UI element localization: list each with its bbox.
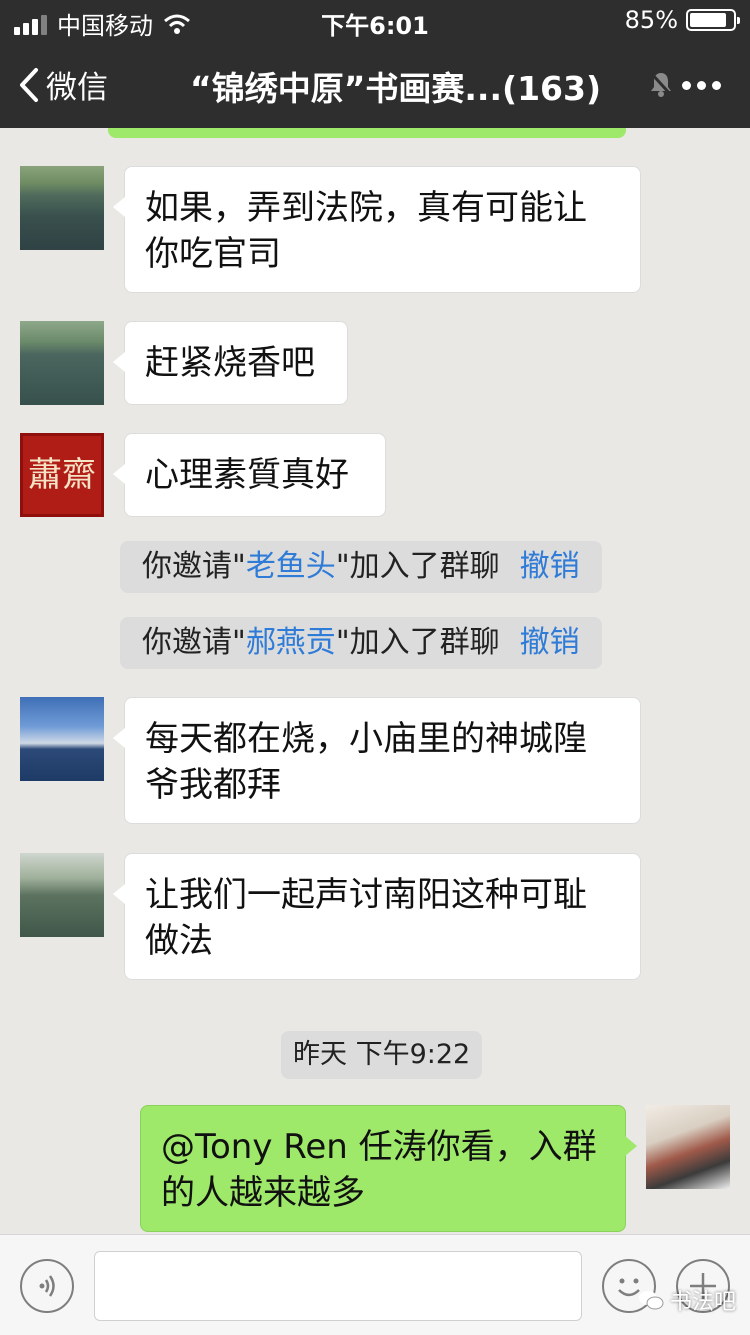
seal-avatar[interactable]: 蕭齋 [20,433,104,517]
system-notice: 你邀请"郝燕贡"加入了群聊 撤销 [120,617,602,669]
notice-prefix: 你邀请" [142,625,246,660]
wechat-logo-icon [639,1291,664,1310]
chat-area[interactable]: 如果，弄到法院，真有可能让你吃官司 赶紧烧香吧 蕭齋 心理素質真好 你邀请"老鱼… [0,128,750,1234]
status-right: 85% [624,6,740,34]
mute-bell-icon [649,71,673,97]
message-text: 每天都在烧，小庙里的神城隍爷我都拜 [145,719,587,805]
watermark-text: 书法吧 [670,1290,737,1315]
message-bubble[interactable]: 每天都在烧，小庙里的神城隍爷我都拜 [113,697,641,824]
notice-suffix: "加入了群聊 [335,625,500,660]
message-text: 如果，弄到法院，真有可能让你吃官司 [145,188,587,274]
back-label: 微信 [46,70,108,106]
battery-icon [686,9,740,31]
more-icon[interactable] [682,81,721,90]
undo-link[interactable]: 撤销 [520,549,580,584]
nav-bar: 微信 “锦绣中原”书画赛...(163) [0,40,750,128]
system-notice: 你邀请"老鱼头"加入了群聊 撤销 [120,541,602,593]
invitee-name-link[interactable]: 老鱼头 [246,549,336,584]
undo-link[interactable]: 撤销 [520,625,580,660]
river-avatar[interactable] [20,166,104,250]
battery-fill [690,13,726,27]
reed-avatar[interactable] [20,853,104,937]
message-text: 心理素質真好 [145,455,349,495]
chevron-left-icon [20,67,38,102]
invitee-name-link[interactable]: 郝燕贡 [246,625,336,660]
chat-title: “锦绣中原”书画赛...(163) [190,69,602,108]
voice-icon [39,1275,55,1297]
seal-text: 蕭齋 [28,455,96,495]
message-text: 让我们一起声讨南阳这种可耻做法 [145,875,587,961]
sky-avatar[interactable] [20,697,104,781]
message-input[interactable] [94,1251,582,1321]
watermark: 书法吧 [638,1284,736,1316]
self-avatar[interactable] [646,1105,730,1189]
voice-button[interactable] [20,1259,74,1313]
notice-suffix: "加入了群聊 [335,549,500,584]
notice-prefix: 你邀请" [142,549,246,584]
timestamp: 昨天 下午9:22 [281,1031,483,1079]
river-avatar[interactable] [20,321,104,405]
message-bubble[interactable]: 如果，弄到法院，真有可能让你吃官司 [113,166,641,293]
status-bar: 中国移动 下午6:01 85% [0,0,750,40]
message-text: 赶紧烧香吧 [145,343,315,383]
previous-message-bubble [108,128,626,138]
back-button[interactable]: 微信 [18,62,108,107]
message-bubble[interactable]: 赶紧烧香吧 [113,321,348,405]
battery-percent: 85% [624,6,678,34]
message-text: @Tony Ren 任涛你看，入群的人越来越多 [161,1127,597,1213]
message-bubble[interactable]: 心理素質真好 [113,433,386,517]
message-bubble[interactable]: 让我们一起声讨南阳这种可耻做法 [113,853,641,980]
my-message-bubble[interactable]: @Tony Ren 任涛你看，入群的人越来越多 [140,1105,637,1232]
